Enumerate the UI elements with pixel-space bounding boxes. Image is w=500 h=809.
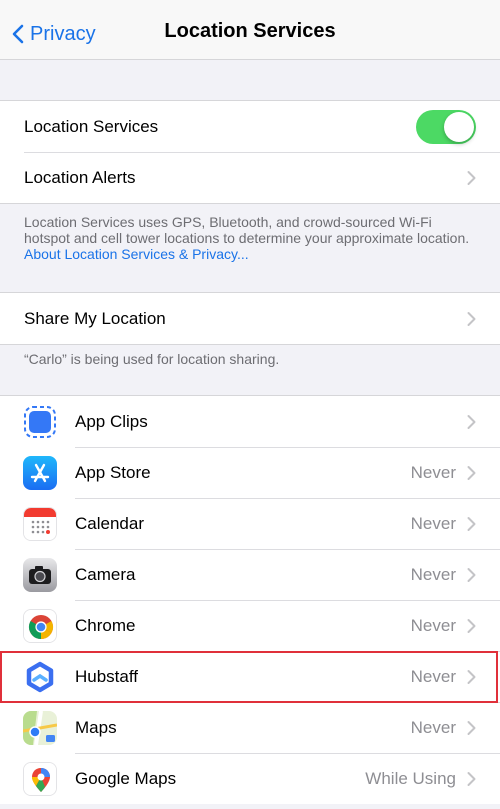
location-services-toggle[interactable]	[416, 110, 476, 144]
share-info-text: “Carlo” is being used for location shari…	[24, 351, 280, 367]
chevron-right-icon	[467, 567, 476, 582]
hubstaff-icon	[23, 659, 57, 694]
share-my-location-label: Share My Location	[24, 308, 166, 328]
location-services-group: Location Services Location Alerts	[0, 100, 500, 204]
app-row-chrome[interactable]: Chrome Never	[0, 600, 500, 651]
app-name: Maps	[75, 717, 117, 737]
permission-value: Never	[410, 666, 456, 686]
app-name: Hubstaff	[75, 666, 139, 686]
location-services-row: Location Services	[0, 101, 500, 152]
app-row-maps[interactable]: Maps Never	[0, 702, 500, 753]
app-row-app-store[interactable]: App Store Never	[0, 447, 500, 498]
permission-value: Never	[410, 513, 456, 533]
app-name: Calendar	[75, 513, 144, 533]
share-my-location-row[interactable]: Share My Location	[0, 293, 500, 344]
chevron-right-icon	[467, 618, 476, 633]
permission-value: Never	[410, 564, 456, 584]
apps-list: App Clips App Store Never Calendar Never…	[0, 395, 500, 804]
maps-icon	[23, 710, 57, 745]
share-location-info: “Carlo” is being used for location shari…	[24, 351, 472, 367]
app-row-hubstaff[interactable]: Hubstaff Never	[0, 651, 500, 702]
app-store-icon	[23, 455, 57, 490]
app-name: Camera	[75, 564, 136, 584]
app-name: App Clips	[75, 411, 148, 431]
app-row-app-clips[interactable]: App Clips	[0, 396, 500, 447]
location-services-info: Location Services uses GPS, Bluetooth, a…	[24, 214, 472, 262]
toggle-knob	[444, 112, 474, 142]
location-alerts-row[interactable]: Location Alerts	[0, 152, 500, 203]
location-services-label: Location Services	[24, 116, 159, 136]
permission-value: Never	[410, 462, 456, 482]
app-row-google-maps[interactable]: Google Maps While Using	[0, 753, 500, 804]
chevron-right-icon	[467, 414, 476, 429]
chevron-right-icon	[467, 516, 476, 531]
permission-value: Never	[410, 717, 456, 737]
permission-value: While Using	[365, 768, 456, 788]
permission-value: Never	[410, 615, 456, 635]
chevron-right-icon	[467, 771, 476, 786]
app-name: Chrome	[75, 615, 136, 635]
chevron-right-icon	[467, 170, 476, 185]
camera-icon	[23, 557, 57, 592]
about-location-privacy-link[interactable]: About Location Services & Privacy...	[24, 246, 249, 262]
chevron-right-icon	[467, 311, 476, 326]
info-text: Location Services uses GPS, Bluetooth, a…	[24, 214, 470, 246]
app-clips-icon	[23, 404, 57, 439]
chevron-right-icon	[467, 669, 476, 684]
chevron-right-icon	[467, 720, 476, 735]
chevron-right-icon	[467, 465, 476, 480]
location-alerts-label: Location Alerts	[24, 167, 136, 187]
app-name: App Store	[75, 462, 151, 482]
navigation-bar: Privacy Location Services	[0, 0, 500, 60]
share-location-group: Share My Location	[0, 292, 500, 345]
app-name: Google Maps	[75, 768, 177, 788]
chrome-icon	[23, 608, 57, 643]
page-title: Location Services	[164, 20, 336, 42]
calendar-icon	[23, 506, 57, 541]
google-maps-icon	[23, 761, 57, 796]
app-row-camera[interactable]: Camera Never	[0, 549, 500, 600]
app-row-calendar[interactable]: Calendar Never	[0, 498, 500, 549]
